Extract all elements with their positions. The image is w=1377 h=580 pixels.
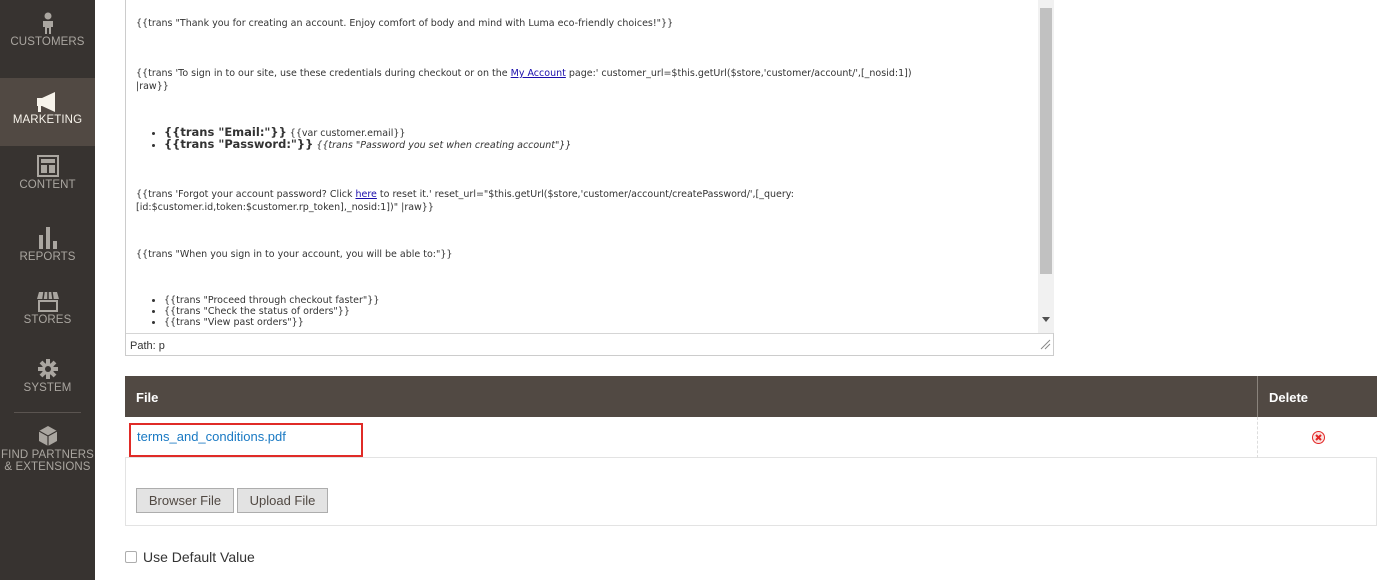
- nav-label: & EXTENSIONS: [4, 461, 91, 473]
- list-item: {{trans "Proceed through checkout faster…: [164, 295, 379, 306]
- browse-file-button[interactable]: Browser File: [136, 488, 234, 513]
- person-icon: [42, 12, 53, 34]
- table-row: terms_and_conditions.pdf: [125, 417, 1377, 458]
- nav-label: CONTENT: [19, 179, 76, 191]
- column-header-delete: Delete: [1269, 390, 1309, 405]
- file-table-header: File Delete: [125, 376, 1377, 417]
- sidebar-divider: [14, 412, 81, 413]
- list-item: {{trans "View past orders"}}: [164, 317, 379, 328]
- editor-text: page:' customer_url=$this.getUrl($store,…: [565, 68, 912, 79]
- scrollbar-thumb[interactable]: [1040, 8, 1052, 274]
- gear-icon: [37, 359, 58, 379]
- upload-file-button[interactable]: Upload File: [237, 488, 328, 513]
- editor-text: {{trans 'Forgot your account password? C…: [136, 189, 356, 200]
- nav-marketing[interactable]: MARKETING: [0, 78, 95, 146]
- file-actions: Browser File Upload File: [125, 458, 1377, 526]
- nav-label: SYSTEM: [23, 382, 72, 394]
- editor-text: {{trans 'To sign in to our site, use the…: [136, 68, 511, 79]
- resize-handle-icon[interactable]: [1039, 338, 1051, 350]
- nav-stores[interactable]: STORES: [0, 290, 95, 350]
- storefront-icon: [36, 291, 59, 312]
- list-item: {{trans "Password:"}} {{trans "Password …: [164, 137, 572, 151]
- column-header-file: File: [136, 390, 159, 405]
- file-link[interactable]: terms_and_conditions.pdf: [137, 429, 286, 444]
- scroll-down-arrow-icon[interactable]: [1042, 317, 1050, 322]
- benefits-list: {{trans "Proceed through checkout faster…: [164, 295, 379, 328]
- use-default-label: Use Default Value: [143, 549, 255, 565]
- delete-icon[interactable]: [1312, 431, 1325, 444]
- bold-text: {{trans "Password:"}}: [164, 137, 314, 151]
- here-link[interactable]: here: [355, 189, 376, 200]
- nav-label: FIND PARTNERS: [1, 449, 94, 461]
- cube-icon: [38, 426, 57, 446]
- nav-customers[interactable]: CUSTOMERS: [0, 12, 95, 72]
- editor-line: {{trans 'To sign in to our site, use the…: [136, 67, 1031, 93]
- bar-chart-icon: [38, 227, 57, 249]
- editor-text: to reset it.' reset_url="$this.getUrl($s…: [376, 189, 794, 200]
- nav-find-partners[interactable]: FIND PARTNERS & EXTENSIONS: [0, 425, 95, 485]
- use-default-checkbox[interactable]: [125, 551, 137, 563]
- row-divider: [1257, 417, 1258, 458]
- editor-text: |raw}}: [136, 81, 169, 92]
- megaphone-icon: [36, 92, 55, 112]
- list-item: {{trans "Check the status of orders"}}: [164, 306, 379, 317]
- nav-label: STORES: [23, 314, 72, 326]
- nav-label: CUSTOMERS: [10, 36, 85, 48]
- italic-text: {{trans "Password you set when creating …: [313, 140, 572, 151]
- admin-sidebar: CUSTOMERS MARKETING CONTENT REPORTS STOR…: [0, 0, 95, 580]
- editor-content[interactable]: {{trans "Thank you for creating an accou…: [126, 0, 1038, 333]
- editor-line: {{trans 'Forgot your account password? C…: [136, 188, 1031, 214]
- editor-line: {{trans "Thank you for creating an accou…: [136, 18, 674, 29]
- editor-path-bar: Path: p: [126, 333, 1053, 355]
- nav-content[interactable]: CONTENT: [0, 155, 95, 215]
- editor-scrollbar[interactable]: [1038, 0, 1054, 333]
- my-account-link[interactable]: My Account: [511, 68, 566, 79]
- nav-label: MARKETING: [12, 114, 83, 126]
- nav-reports[interactable]: REPORTS: [0, 225, 95, 285]
- path-label: Path: p: [130, 340, 165, 352]
- header-divider: [1257, 376, 1258, 417]
- editor-text: [id:$customer.id,token:$customer.rp_toke…: [136, 202, 434, 213]
- layout-icon: [36, 155, 59, 177]
- editor-line: {{trans "When you sign in to your accoun…: [136, 249, 453, 260]
- wysiwyg-editor[interactable]: {{trans "Thank you for creating an accou…: [125, 0, 1054, 356]
- nav-label: REPORTS: [19, 251, 76, 263]
- credentials-list: {{trans "Email:"}} {{var customer.email}…: [164, 126, 572, 151]
- nav-system[interactable]: SYSTEM: [0, 358, 95, 408]
